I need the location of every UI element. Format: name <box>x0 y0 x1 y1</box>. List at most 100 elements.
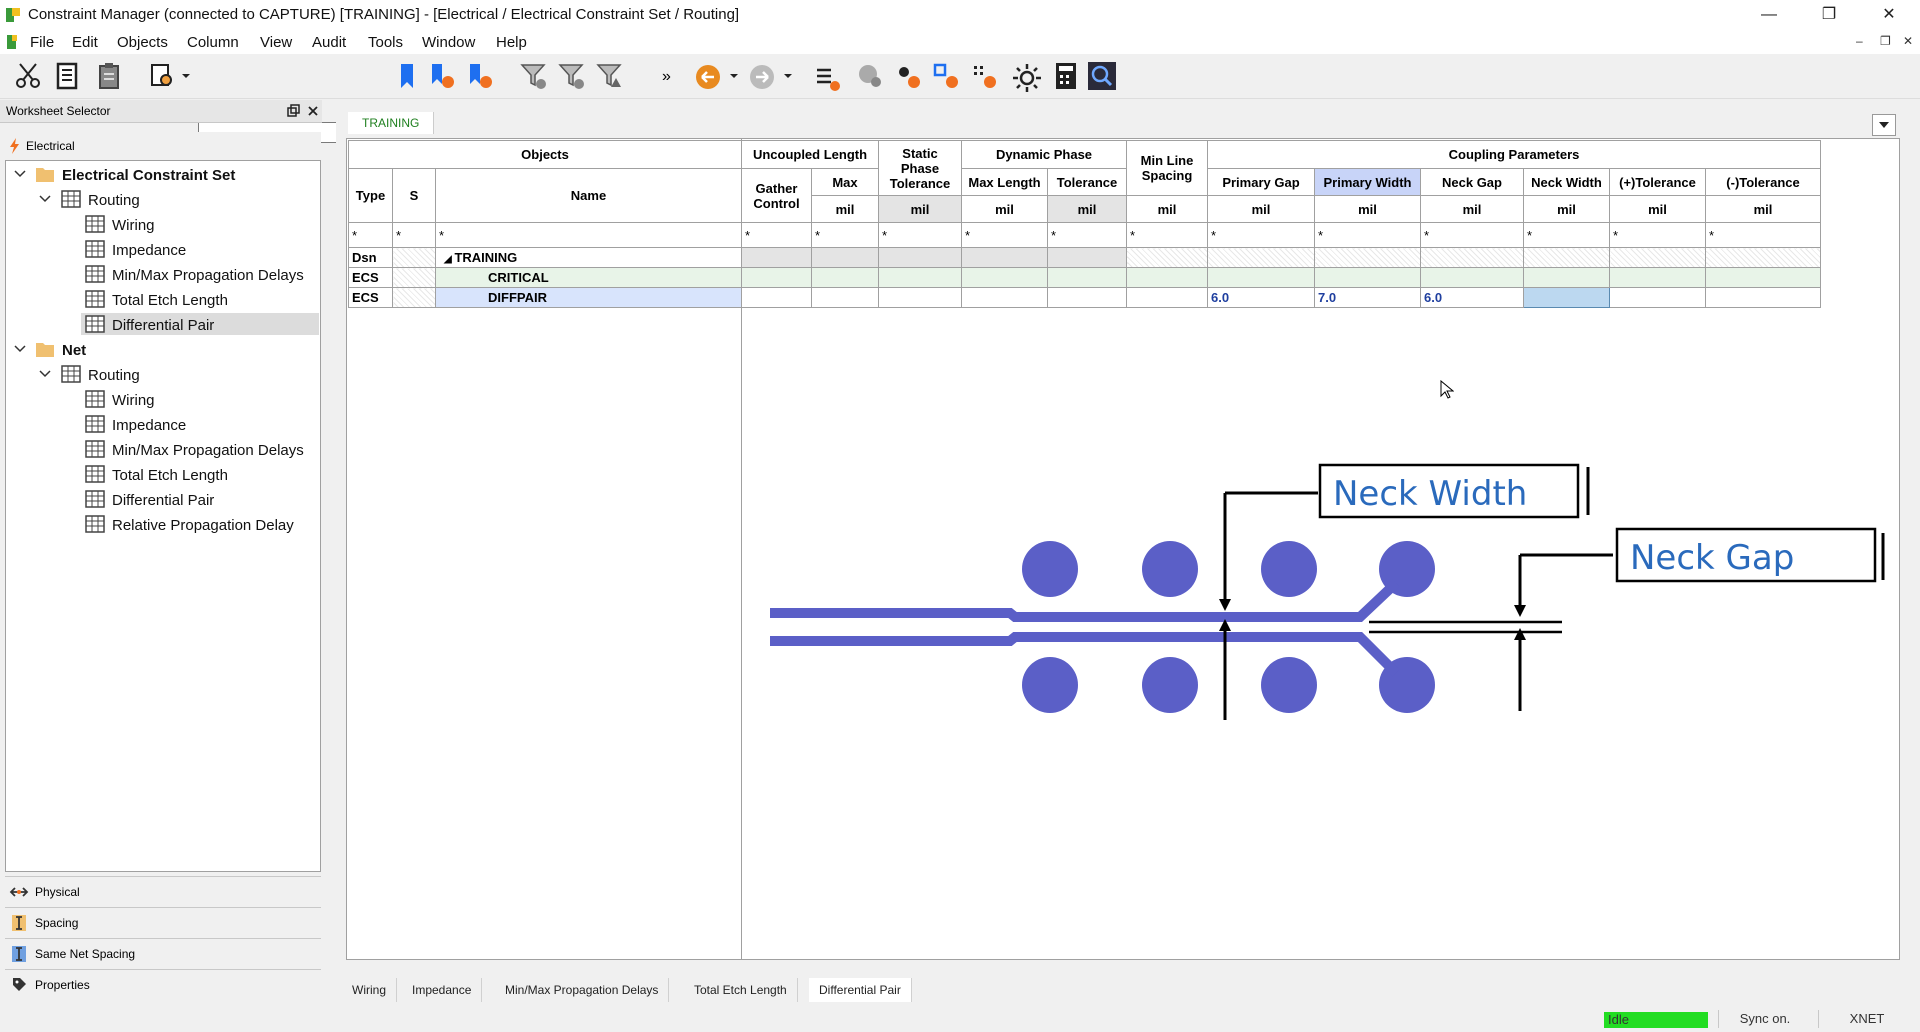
chevron-down-icon[interactable] <box>39 369 51 379</box>
row-name[interactable]: CRITICAL <box>435 267 742 288</box>
table-cell[interactable] <box>1126 247 1208 268</box>
tree-item-net-impedance[interactable]: Impedance <box>112 417 186 434</box>
table-cell[interactable] <box>1126 267 1208 288</box>
table-cell[interactable] <box>878 267 962 288</box>
tab-wiring[interactable]: Wiring <box>342 978 398 1002</box>
menu-window[interactable]: Window <box>422 34 475 51</box>
bookmark-prev-icon[interactable] <box>464 60 496 92</box>
primary-gap-value[interactable]: 6.0 <box>1207 287 1315 308</box>
table-cell[interactable] <box>1609 287 1706 308</box>
table-cell[interactable] <box>1523 267 1610 288</box>
filter-cell[interactable]: * <box>1047 222 1127 248</box>
table-cell[interactable] <box>811 287 879 308</box>
filter-warning-icon[interactable] <box>594 60 626 92</box>
filter-clear-icon[interactable] <box>556 60 588 92</box>
mdi-minimize-button[interactable]: – <box>1856 34 1863 48</box>
grid-icon[interactable] <box>968 60 1000 92</box>
cut-icon[interactable] <box>12 60 44 92</box>
header-s[interactable]: S <box>392 168 436 223</box>
table-cell[interactable] <box>1126 287 1208 308</box>
header-minus-tolerance[interactable]: (-)Tolerance <box>1705 168 1821 196</box>
menu-help[interactable]: Help <box>496 34 527 51</box>
table-cell[interactable] <box>811 267 879 288</box>
minimize-button[interactable]: — <box>1746 0 1792 30</box>
filter-cell[interactable]: * <box>1705 222 1821 248</box>
tree-item-ecs-etch[interactable]: Total Etch Length <box>112 292 228 309</box>
table-cell[interactable] <box>961 267 1048 288</box>
header-tolerance[interactable]: Tolerance <box>1047 168 1127 196</box>
category-spacing[interactable]: Spacing <box>5 907 321 938</box>
menu-view[interactable]: View <box>260 34 292 51</box>
chevron-down-icon[interactable] <box>180 60 192 92</box>
network-icon[interactable] <box>930 60 962 92</box>
sun-icon[interactable] <box>1011 62 1043 94</box>
tree-item-net-routing[interactable]: Routing <box>88 367 140 384</box>
bookmark-next-icon[interactable] <box>426 60 458 92</box>
tree-item-net-etch[interactable]: Total Etch Length <box>112 467 228 484</box>
header-neck-width[interactable]: Neck Width <box>1523 168 1610 196</box>
chevron-down-icon[interactable] <box>14 169 26 179</box>
undo-icon[interactable] <box>692 60 724 92</box>
tree-item-net-wiring[interactable]: Wiring <box>112 392 155 409</box>
find-icon[interactable] <box>146 60 178 92</box>
tab-list-button[interactable] <box>1872 114 1896 136</box>
category-physical[interactable]: Physical <box>5 876 321 907</box>
filter-cell[interactable]: * <box>348 222 393 248</box>
primary-width-value[interactable]: 7.0 <box>1314 287 1421 308</box>
table-cell[interactable] <box>1207 267 1315 288</box>
menu-tools[interactable]: Tools <box>368 34 403 51</box>
header-max-length[interactable]: Max Length <box>961 168 1048 196</box>
table-cell[interactable] <box>1420 247 1524 268</box>
table-cell[interactable] <box>1609 267 1706 288</box>
bookmark-icon[interactable] <box>392 60 424 92</box>
table-cell[interactable] <box>878 287 962 308</box>
float-icon[interactable] <box>286 104 300 118</box>
tree-item-net-propagation[interactable]: Min/Max Propagation Delays <box>112 442 304 459</box>
row-name[interactable]: DIFFPAIR <box>435 287 742 308</box>
row-name-cell[interactable]: ◢ TRAINING <box>435 247 742 268</box>
filter-icon[interactable] <box>518 60 550 92</box>
table-cell[interactable] <box>1705 287 1821 308</box>
tree-item-ecs[interactable]: Electrical Constraint Set <box>62 167 235 184</box>
mdi-close-button[interactable]: ✕ <box>1903 34 1913 48</box>
filter-cell[interactable]: * <box>1420 222 1524 248</box>
maximize-button[interactable]: ❐ <box>1806 0 1852 30</box>
table-cell[interactable] <box>1705 267 1821 288</box>
table-cell[interactable] <box>811 247 879 268</box>
table-cell[interactable] <box>1314 267 1421 288</box>
tree-item-ecs-diffpair[interactable]: Differential Pair <box>112 317 214 334</box>
table-cell[interactable] <box>1705 247 1821 268</box>
tab-impedance[interactable]: Impedance <box>402 978 483 1002</box>
menu-audit[interactable]: Audit <box>312 34 346 51</box>
header-primary-width[interactable]: Primary Width <box>1314 168 1421 196</box>
copy-icon[interactable] <box>52 60 84 92</box>
tree-item-net-relprop[interactable]: Relative Propagation Delay <box>112 517 294 534</box>
category-same-net-spacing[interactable]: Same Net Spacing <box>5 938 321 969</box>
paste-icon[interactable] <box>94 60 126 92</box>
tree-item-ecs-routing[interactable]: Routing <box>88 192 140 209</box>
filter-cell[interactable]: * <box>1523 222 1610 248</box>
table-cell[interactable] <box>961 287 1048 308</box>
table-cell[interactable] <box>1047 287 1127 308</box>
tool-icon[interactable] <box>854 60 886 92</box>
tab-differential-pair[interactable]: Differential Pair <box>809 978 912 1002</box>
menu-edit[interactable]: Edit <box>72 34 98 51</box>
table-cell[interactable] <box>961 247 1048 268</box>
filter-cell[interactable]: * <box>811 222 879 248</box>
table-cell[interactable] <box>1314 247 1421 268</box>
neck-width-value[interactable] <box>1523 287 1610 308</box>
menu-column[interactable]: Column <box>187 34 239 51</box>
filter-cell[interactable]: * <box>435 222 742 248</box>
filter-cell[interactable]: * <box>1126 222 1208 248</box>
neck-gap-value[interactable]: 6.0 <box>1420 287 1524 308</box>
table-cell[interactable] <box>741 247 812 268</box>
tab-training[interactable]: TRAINING <box>348 112 435 134</box>
tab-total-etch-length[interactable]: Total Etch Length <box>684 978 798 1002</box>
table-cell[interactable] <box>1420 267 1524 288</box>
table-cell[interactable] <box>1047 247 1127 268</box>
category-properties[interactable]: Properties <box>5 969 321 1000</box>
collapse-triangle-icon[interactable]: ◢ <box>444 254 454 265</box>
table-cell[interactable] <box>741 267 812 288</box>
close-icon[interactable] <box>306 104 320 118</box>
filter-cell[interactable]: * <box>392 222 436 248</box>
